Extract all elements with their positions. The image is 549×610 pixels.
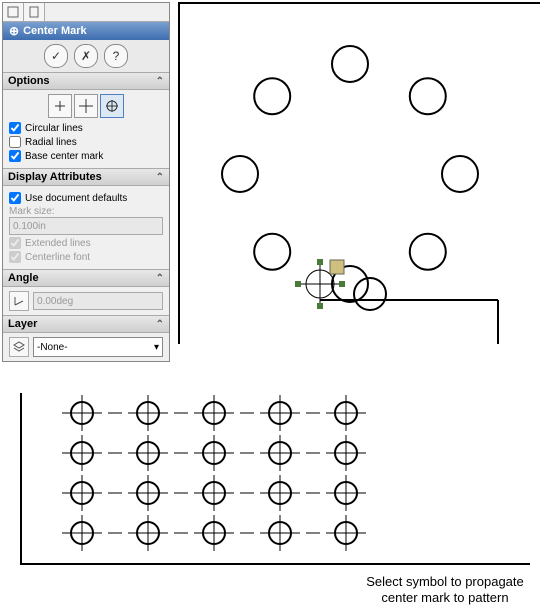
annotation-line1: Select symbol to propagate (366, 574, 524, 589)
tab-1[interactable] (3, 3, 24, 21)
radial-lines-label: Radial lines (25, 137, 77, 148)
angle-icon (9, 291, 29, 311)
tab-2[interactable] (24, 3, 45, 21)
panel-title: ⊕ Center Mark (3, 22, 169, 40)
layer-header-text: Layer (8, 318, 37, 330)
centerline-font-check: Centerline font (9, 251, 163, 263)
help-icon: ? (113, 49, 120, 63)
options-header[interactable]: Options ⌃ (3, 72, 169, 90)
display-body: Use document defaults Mark size: Extende… (3, 186, 169, 269)
angle-header-text: Angle (8, 272, 39, 284)
check-icon: ✓ (51, 49, 61, 63)
mark-style-row (9, 94, 163, 118)
layer-select[interactable]: -None- ▾ (33, 337, 163, 357)
radial-lines-checkbox[interactable] (9, 136, 21, 148)
drawing-viewport-circular[interactable] (178, 2, 540, 344)
cancel-button[interactable]: ✗ (74, 44, 98, 68)
use-defaults-checkbox[interactable] (9, 192, 21, 204)
annotation-line2: center mark to pattern (381, 590, 508, 605)
angle-body (3, 287, 169, 315)
panel-title-text: Center Mark (23, 25, 87, 37)
panel-tabs (3, 3, 169, 22)
angle-header[interactable]: Angle ⌃ (3, 269, 169, 287)
extended-lines-check: Extended lines (9, 237, 163, 249)
layer-body: -None- ▾ (3, 333, 169, 361)
linear-pattern-svg (22, 393, 530, 563)
circular-lines-label: Circular lines (25, 123, 83, 134)
property-panel: ⊕ Center Mark ✓ ✗ ? Options ⌃ Circular l… (2, 2, 170, 362)
chevron-up-icon: ⌃ (156, 273, 164, 284)
radial-lines-check[interactable]: Radial lines (9, 136, 163, 148)
layer-icon (9, 337, 29, 357)
layer-header[interactable]: Layer ⌃ (3, 315, 169, 333)
options-body: Circular lines Radial lines Base center … (3, 90, 169, 168)
crosshair-large-icon (79, 99, 93, 113)
mark-size-label: Mark size: (9, 206, 163, 217)
tab-icon-1 (7, 6, 19, 18)
base-center-mark-check[interactable]: Base center mark (9, 150, 163, 162)
base-center-mark-checkbox[interactable] (9, 150, 21, 162)
centerline-font-label: Centerline font (25, 252, 90, 263)
ok-button[interactable]: ✓ (44, 44, 68, 68)
chevron-up-icon: ⌃ (156, 172, 164, 183)
layer-value: -None- (37, 342, 68, 353)
use-defaults-check[interactable]: Use document defaults (9, 192, 163, 204)
circular-lines-checkbox[interactable] (9, 122, 21, 134)
action-row: ✓ ✗ ? (3, 40, 169, 72)
annotation-text: Select symbol to propagate center mark t… (340, 574, 549, 605)
mark-style-3[interactable] (100, 94, 124, 118)
expand-icon: ⊕ (9, 24, 19, 38)
extended-lines-label: Extended lines (25, 238, 91, 249)
angle-input (33, 292, 163, 310)
crosshair-circle-icon (105, 99, 119, 113)
display-header-text: Display Attributes (8, 171, 102, 183)
tab-icon-2 (28, 6, 40, 18)
centerline-font-checkbox (9, 251, 21, 263)
chevron-up-icon: ⌃ (156, 319, 164, 330)
mark-style-2[interactable] (74, 94, 98, 118)
mark-size-input (9, 217, 163, 235)
circular-lines-check[interactable]: Circular lines (9, 122, 163, 134)
use-defaults-label: Use document defaults (25, 193, 127, 204)
circular-pattern-svg (180, 4, 540, 344)
chevron-up-icon: ⌃ (156, 76, 164, 87)
cross-icon: ✗ (81, 49, 91, 63)
extended-lines-checkbox (9, 237, 21, 249)
dropdown-icon: ▾ (154, 342, 159, 353)
display-header[interactable]: Display Attributes ⌃ (3, 168, 169, 186)
mark-style-1[interactable] (48, 94, 72, 118)
crosshair-small-icon (53, 99, 67, 113)
base-center-mark-label: Base center mark (25, 151, 103, 162)
drawing-viewport-linear[interactable] (20, 393, 530, 565)
options-header-text: Options (8, 75, 50, 87)
help-button[interactable]: ? (104, 44, 128, 68)
